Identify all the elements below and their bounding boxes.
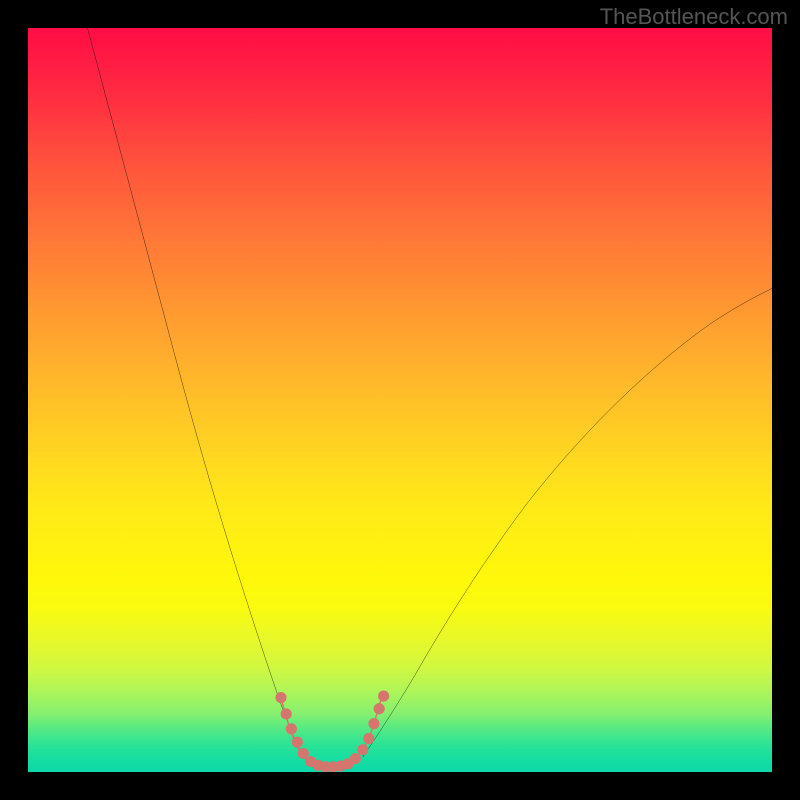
curve-left-branch [88,28,304,757]
chart-container [28,28,772,772]
curve-right-branch [363,288,772,757]
curve-trough-highlight [281,698,381,767]
watermark-text: TheBottleneck.com [600,4,788,30]
chart-svg [28,28,772,772]
